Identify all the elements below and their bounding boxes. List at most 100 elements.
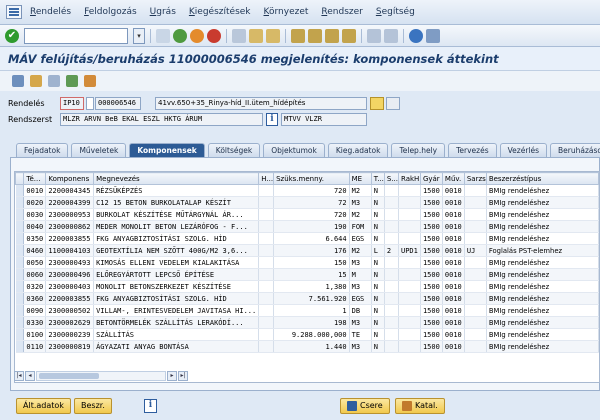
table-cell[interactable]: 2	[384, 244, 400, 257]
table-cell[interactable]: 2300000239	[45, 328, 95, 341]
table-cell[interactable]: 1500	[420, 232, 443, 245]
table-cell[interactable]: 190	[273, 220, 350, 233]
table-cell[interactable]: 1.440	[273, 340, 350, 353]
info-icon[interactable]: i	[144, 399, 157, 413]
document-icon[interactable]	[84, 75, 96, 87]
tab-item[interactable]: Komponensek	[129, 143, 205, 157]
table-cell[interactable]: BMIg rendeléshez	[486, 316, 599, 329]
table-cell[interactable]	[384, 184, 400, 197]
table-cell[interactable]: 0010	[442, 256, 465, 269]
print-icon[interactable]	[232, 28, 246, 43]
table-cell[interactable]: Foglalás PST-elemhez	[486, 244, 599, 257]
table-cell[interactable]: 720	[273, 208, 350, 221]
catalog-button[interactable]: Katal.	[395, 398, 445, 414]
table-row[interactable]: 0360 2200003855 FKG ANYAGBIZTOSÍTÁSI SZOLG…	[15, 292, 599, 305]
table-cell[interactable]: DB	[349, 304, 372, 317]
table-cell[interactable]: 0010	[442, 316, 465, 329]
row-selector[interactable]	[15, 292, 25, 305]
column-header[interactable]: Műv.	[441, 172, 465, 185]
scroll-left-icon[interactable]: ◂	[25, 370, 35, 381]
table-cell[interactable]: 198	[273, 316, 350, 329]
exit-icon[interactable]	[190, 28, 204, 43]
table-cell[interactable]: 0360	[23, 292, 47, 305]
table-cell[interactable]	[258, 196, 275, 209]
table-cell[interactable]	[258, 292, 275, 305]
previous-page-icon[interactable]	[308, 28, 322, 43]
table-cell[interactable]: 0350	[23, 232, 47, 245]
table-cell[interactable]	[398, 280, 421, 293]
table-cell[interactable]	[464, 196, 487, 209]
menu-item[interactable]: Kiegészítések	[189, 7, 251, 17]
table-cell[interactable]: 0060	[23, 268, 47, 281]
column-header[interactable]: ME	[348, 172, 372, 185]
table-cell[interactable]	[384, 196, 400, 209]
layout-icon[interactable]	[426, 28, 440, 43]
next-page-icon[interactable]	[325, 28, 339, 43]
table-cell[interactable]: 0010	[442, 280, 465, 293]
table-cell[interactable]: BMIg rendeléshez	[486, 268, 599, 281]
table-cell[interactable]: BMIg rendeléshez	[486, 184, 599, 197]
row-selector[interactable]	[15, 208, 25, 221]
row-selector[interactable]	[15, 328, 25, 341]
table-cell[interactable]	[464, 220, 487, 233]
table-cell[interactable]: 0010	[442, 292, 465, 305]
table-cell[interactable]: N	[371, 220, 385, 233]
table-cell[interactable]	[464, 232, 487, 245]
general-data-button[interactable]: Ált.adatok	[16, 398, 71, 414]
table-cell[interactable]: 2200003855	[45, 292, 95, 305]
table-cell[interactable]: GEOTEXTÍLIA NEM SZŐTT 400G/M2 3,6...	[93, 244, 260, 257]
save-icon[interactable]	[156, 28, 170, 43]
row-selector[interactable]	[15, 220, 25, 233]
column-header[interactable]: Sarzs	[463, 172, 487, 185]
table-cell[interactable]: L	[371, 244, 385, 257]
table-cell[interactable]	[384, 208, 400, 221]
table-cell[interactable]	[258, 340, 275, 353]
menu-item[interactable]: Segítség	[376, 7, 415, 17]
table-cell[interactable]: M3	[349, 280, 372, 293]
table-cell[interactable]	[464, 316, 487, 329]
table-cell[interactable]: 0010	[442, 184, 465, 197]
table-cell[interactable]: BMIg rendeléshez	[486, 256, 599, 269]
table-cell[interactable]: BMIg rendeléshez	[486, 280, 599, 293]
menu-item[interactable]: Rendelés	[30, 7, 71, 17]
table-cell[interactable]	[464, 268, 487, 281]
long-text-icon[interactable]	[370, 97, 384, 110]
table-cell[interactable]: 2300002629	[45, 316, 95, 329]
row-selector[interactable]	[15, 256, 25, 269]
row-selector[interactable]	[15, 340, 25, 353]
table-cell[interactable]: BETONTÖRMELÉK SZÁLLÍTÁS LERAKÓDÍ...	[93, 316, 260, 329]
table-cell[interactable]: 0010	[442, 328, 465, 341]
table-row[interactable]: 0020 2200004399 C12 15 BETON BURKOLATALAP …	[15, 196, 599, 209]
table-cell[interactable]: 1500	[420, 292, 443, 305]
tab-item[interactable]: Fejadatok	[16, 143, 69, 157]
cancel-icon[interactable]	[207, 28, 221, 43]
table-cell[interactable]: FOM	[349, 220, 372, 233]
table-cell[interactable]	[398, 196, 421, 209]
status-info-icon[interactable]: i	[266, 113, 278, 126]
row-selector[interactable]	[15, 232, 25, 245]
table-cell[interactable]: EGS	[349, 232, 372, 245]
table-cell[interactable]: N	[371, 340, 385, 353]
tab-item[interactable]: Kieg.adatok	[327, 143, 389, 157]
table-row[interactable]: 0060 2300000496 ELŐREGYÁRTOTT LEPCSŐ ÉPÍTÉ…	[15, 268, 599, 281]
table-cell[interactable]: 1500	[420, 304, 443, 317]
table-cell[interactable]: BMIg rendeléshez	[486, 292, 599, 305]
table-cell[interactable]: VILLAM-, ERINTESVEDELEM JAVITASA HI...	[93, 304, 260, 317]
first-page-icon[interactable]	[291, 28, 305, 43]
column-header[interactable]: Beszerzéstípus	[485, 172, 599, 185]
table-cell[interactable]: BMIg rendeléshez	[486, 196, 599, 209]
table-cell[interactable]: 1500	[420, 184, 443, 197]
order-text-field[interactable]: 41vv.650+35_Rinya-híd_II.ütem_hídépítés	[155, 97, 367, 110]
change-icon[interactable]	[30, 75, 42, 87]
table-cell[interactable]: BMIg rendeléshez	[486, 304, 599, 317]
table-cell[interactable]: 0010	[442, 268, 465, 281]
table-cell[interactable]	[384, 316, 400, 329]
table-cell[interactable]: 1100004103	[45, 244, 95, 257]
table-cell[interactable]: 0040	[23, 220, 47, 233]
table-cell[interactable]: 0010	[442, 340, 465, 353]
table-cell[interactable]	[384, 256, 400, 269]
table-cell[interactable]	[384, 220, 400, 233]
table-cell[interactable]	[398, 268, 421, 281]
column-header[interactable]: Szüks.menny.	[273, 172, 350, 185]
table-cell[interactable]: MONOLIT BETONSZERKEZET KÉSZÍTÉSE	[93, 280, 260, 293]
